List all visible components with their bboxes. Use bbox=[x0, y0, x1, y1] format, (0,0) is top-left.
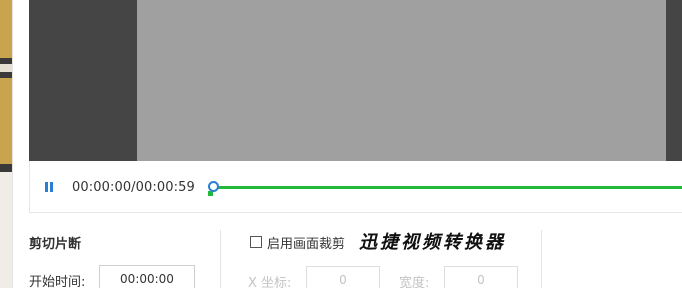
width-label: 宽度: bbox=[399, 276, 430, 288]
x-coordinate-label: X 坐标: bbox=[248, 276, 292, 288]
playhead-knob[interactable] bbox=[208, 181, 219, 192]
start-time-input[interactable]: 00:00:00 bbox=[99, 265, 195, 288]
x-coordinate-input[interactable]: 0 bbox=[306, 266, 380, 288]
start-time-label: 开始时间: bbox=[29, 275, 86, 288]
time-readout: 00:00:00/00:00:59 bbox=[72, 180, 195, 195]
background-window-strip bbox=[0, 0, 12, 288]
strip-band bbox=[0, 72, 12, 78]
watermark-logo-text: 迅捷视频转换器 bbox=[359, 232, 506, 253]
pause-button[interactable] bbox=[43, 181, 57, 195]
width-input[interactable]: 0 bbox=[444, 266, 518, 288]
strip-pale bbox=[0, 172, 12, 288]
section-divider bbox=[220, 230, 221, 288]
playback-controls: 00:00:00/00:00:59 bbox=[29, 161, 682, 213]
strip-light bbox=[0, 64, 12, 72]
pause-icon-bar bbox=[50, 182, 53, 192]
crop-enable-checkbox[interactable] bbox=[250, 236, 262, 248]
crop-enable-label[interactable]: 启用画面裁剪 bbox=[267, 233, 345, 252]
cut-section-title: 剪切片断 bbox=[29, 237, 82, 252]
pause-icon bbox=[45, 182, 48, 192]
video-preview-area bbox=[29, 0, 682, 161]
strip-band bbox=[0, 164, 12, 172]
video-frame[interactable] bbox=[137, 0, 666, 161]
editor-panel: 00:00:00/00:00:59 剪切片断 开始时间: 00:00:00 启用… bbox=[12, 0, 682, 288]
timeline-slider[interactable] bbox=[208, 181, 682, 196]
section-divider bbox=[541, 230, 542, 288]
timeline-track bbox=[212, 186, 682, 189]
